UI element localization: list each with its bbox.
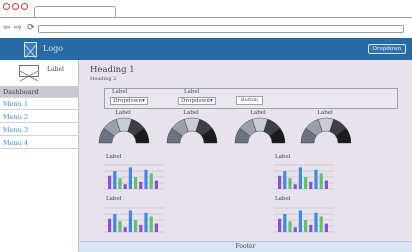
filter-label-2: Label [184, 89, 200, 95]
chart-bar [134, 220, 138, 232]
chart-bar [154, 180, 158, 189]
profile-label: Label [47, 66, 64, 73]
gauge-chart [300, 117, 352, 144]
chart-bar [123, 184, 127, 189]
chevron-down-icon: ▾ [141, 98, 145, 104]
filter-dropdown-2[interactable]: Dropdown▾ [178, 97, 216, 105]
chart-bar [108, 175, 112, 189]
refresh-icon[interactable]: ⟳ [27, 24, 35, 33]
chart-bar [118, 178, 122, 189]
chart-bar [288, 178, 292, 189]
back-icon[interactable]: ⇦ [3, 24, 11, 33]
filter-button[interactable]: Button [236, 96, 263, 105]
bar-chart [104, 164, 164, 190]
footer: Footer [79, 241, 412, 252]
chart-bar [278, 175, 282, 189]
chart-bar [288, 221, 292, 232]
chart-bar [298, 210, 302, 232]
profile-image-icon [19, 65, 39, 82]
bar-chart [274, 164, 334, 190]
forward-icon[interactable]: ⇨ [14, 24, 22, 33]
chart-bar [298, 167, 302, 189]
chart-bar [134, 177, 138, 189]
page-title: Heading 1 [90, 65, 135, 75]
gauge-label-4: Label [317, 110, 333, 116]
chart-bar [113, 171, 117, 189]
chart-bar [304, 220, 308, 232]
sidebar-item-menu-1[interactable]: Menu 1 [0, 98, 79, 110]
gauge-chart [166, 117, 218, 144]
chart-bar [314, 169, 318, 189]
chart-bar [144, 212, 148, 232]
chart-label-1: Label [106, 154, 122, 160]
bar-chart [104, 207, 164, 233]
chart-bar [154, 223, 158, 232]
chart-bar [139, 181, 143, 189]
sidebar-item-menu-2[interactable]: Menu 2 [0, 111, 79, 123]
chevron-down-icon: ▾ [209, 98, 213, 104]
sidebar-item-menu-4[interactable]: Menu 4 [0, 137, 79, 149]
chart-bar [278, 218, 282, 232]
chart-bar [293, 184, 297, 189]
logo-image-icon [24, 42, 37, 59]
gauge-label-1: Label [115, 110, 131, 116]
chart-bar [304, 177, 308, 189]
gauge-label-3: Label [250, 110, 266, 116]
chart-bar [324, 223, 328, 232]
chart-bar [283, 214, 287, 232]
chart-bar [139, 224, 143, 232]
chart-bar [118, 221, 122, 232]
chart-label-2: Label [275, 154, 291, 160]
logo-label: Logo [43, 44, 64, 53]
chart-label-3: Label [106, 196, 122, 202]
sidebar-item-menu-3[interactable]: Menu 3 [0, 124, 79, 136]
gauge-label-2: Label [183, 110, 199, 116]
page-subtitle: Heading 2 [90, 76, 117, 82]
url-bar[interactable] [38, 25, 404, 33]
gauge-chart [234, 117, 286, 144]
header-dropdown[interactable]: Dropdown [368, 44, 406, 54]
filter-label-1: Label [112, 89, 128, 95]
chart-bar [149, 173, 153, 189]
chart-bar [293, 227, 297, 232]
maximize-window-icon[interactable] [21, 3, 28, 10]
chart-label-4: Label [275, 196, 291, 202]
gauge-chart [98, 117, 150, 144]
chart-bar [283, 171, 287, 189]
minimize-window-icon[interactable] [12, 3, 19, 10]
chart-bar [319, 173, 323, 189]
chart-bar [149, 216, 153, 232]
close-window-icon[interactable] [3, 3, 10, 10]
chart-bar [309, 181, 313, 189]
chart-bar [319, 216, 323, 232]
chart-bar [123, 227, 127, 232]
chart-bar [309, 224, 313, 232]
chart-bar [108, 218, 112, 232]
chart-bar [113, 214, 117, 232]
tab-bar-divider [0, 17, 412, 18]
chart-bar [128, 210, 132, 232]
bar-chart [274, 207, 334, 233]
chart-bar [324, 180, 328, 189]
sidebar-item-dashboard[interactable]: Dashboard [0, 86, 79, 98]
chart-bar [314, 212, 318, 232]
chart-bar [144, 169, 148, 189]
filter-dropdown-1[interactable]: Dropdown▾ [110, 97, 148, 105]
chart-bar [128, 167, 132, 189]
